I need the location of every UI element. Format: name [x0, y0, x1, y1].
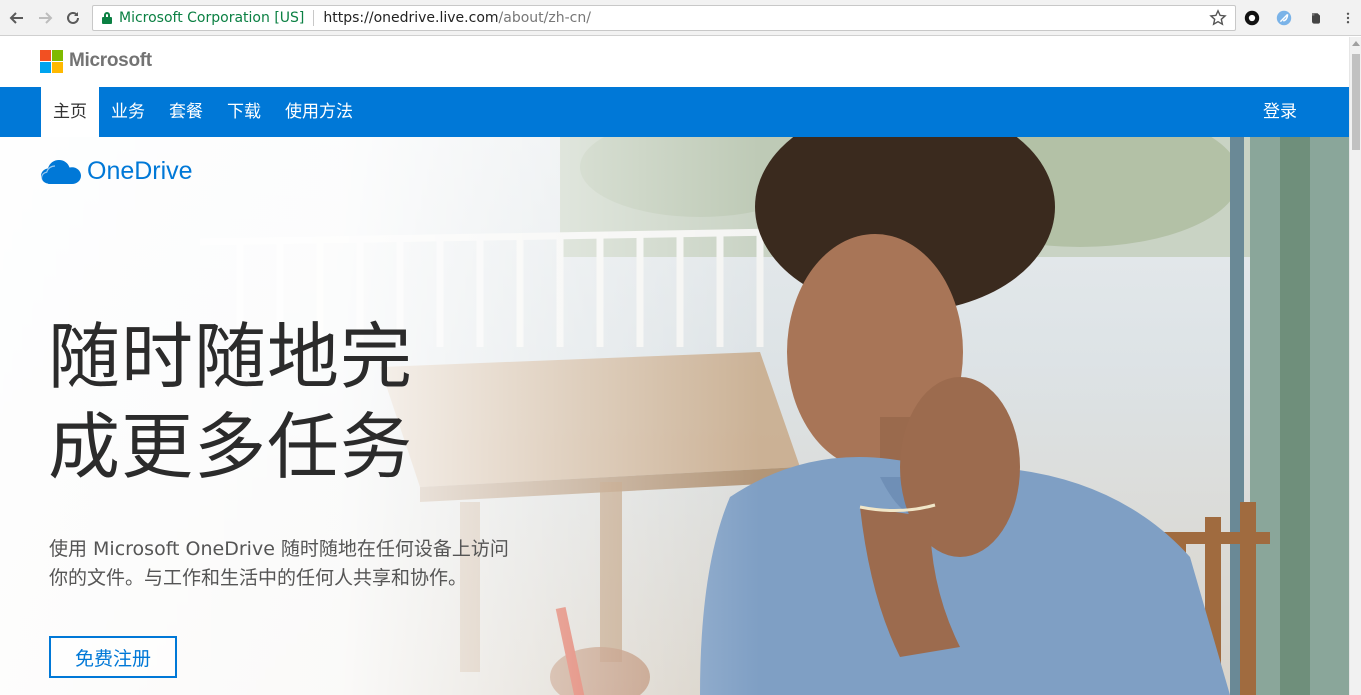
bookmark-star-icon[interactable]: [1209, 9, 1227, 27]
extension-evernote-icon[interactable]: [1306, 8, 1326, 28]
nav-item-how-to[interactable]: 使用方法: [273, 87, 365, 137]
signin-link[interactable]: 登录: [1263, 87, 1297, 137]
reload-icon: [67, 11, 79, 24]
microsoft-logo-icon[interactable]: [40, 50, 63, 73]
main-nav: 主页 业务 套餐 下载 使用方法 登录: [0, 87, 1349, 137]
onedrive-logo[interactable]: OneDrive: [40, 157, 193, 186]
headline-line-1: 随时随地完: [48, 315, 414, 399]
signup-free-button[interactable]: 免费注册: [49, 636, 177, 678]
page-scrollbar[interactable]: [1349, 37, 1361, 695]
hero-banner: OneDrive 随时随地完 成更多任务 使用 Microsoft OneDri…: [0, 137, 1349, 695]
onedrive-cloud-icon: [40, 159, 81, 185]
forward-button[interactable]: [33, 6, 57, 30]
headline-line-2: 成更多任务: [48, 405, 414, 489]
divider: [313, 10, 315, 26]
nav-item-business[interactable]: 业务: [99, 87, 157, 137]
browser-menu-icon[interactable]: [1338, 8, 1358, 28]
address-bar[interactable]: Microsoft Corporation [US] https://onedr…: [92, 5, 1236, 31]
lock-icon: [102, 12, 112, 24]
reload-button[interactable]: [61, 6, 85, 30]
browser-toolbar: Microsoft Corporation [US] https://onedr…: [0, 0, 1361, 36]
microsoft-header: Microsoft: [0, 37, 1349, 87]
scrollbar-thumb[interactable]: [1352, 54, 1360, 150]
scroll-up-arrow-icon[interactable]: [1352, 41, 1360, 46]
ev-certificate-label: Microsoft Corporation [US]: [119, 10, 305, 26]
nav-item-download[interactable]: 下载: [215, 87, 273, 137]
url-scheme: https://: [323, 10, 374, 26]
hero-subtext: 使用 Microsoft OneDrive 随时随地在任何设备上访问你的文件。与…: [49, 538, 509, 589]
page-viewport: Microsoft 主页 业务 套餐 下载 使用方法 登录 OneDrive 随…: [0, 37, 1349, 695]
nav-item-plans[interactable]: 套餐: [157, 87, 215, 137]
url-host: onedrive.live.com: [373, 10, 499, 26]
back-arrow-icon: [9, 12, 23, 24]
hero-headline: 随时随地完 成更多任务: [48, 312, 468, 492]
extension-feather-icon[interactable]: [1274, 8, 1294, 28]
nav-item-home[interactable]: 主页: [41, 87, 99, 137]
forward-arrow-icon: [39, 12, 53, 24]
extension-circle-icon[interactable]: [1242, 8, 1262, 28]
onedrive-wordmark: OneDrive: [87, 157, 193, 185]
back-button[interactable]: [5, 6, 29, 30]
microsoft-wordmark[interactable]: Microsoft: [69, 50, 152, 72]
url-path: /about/zh-cn/: [498, 10, 591, 26]
